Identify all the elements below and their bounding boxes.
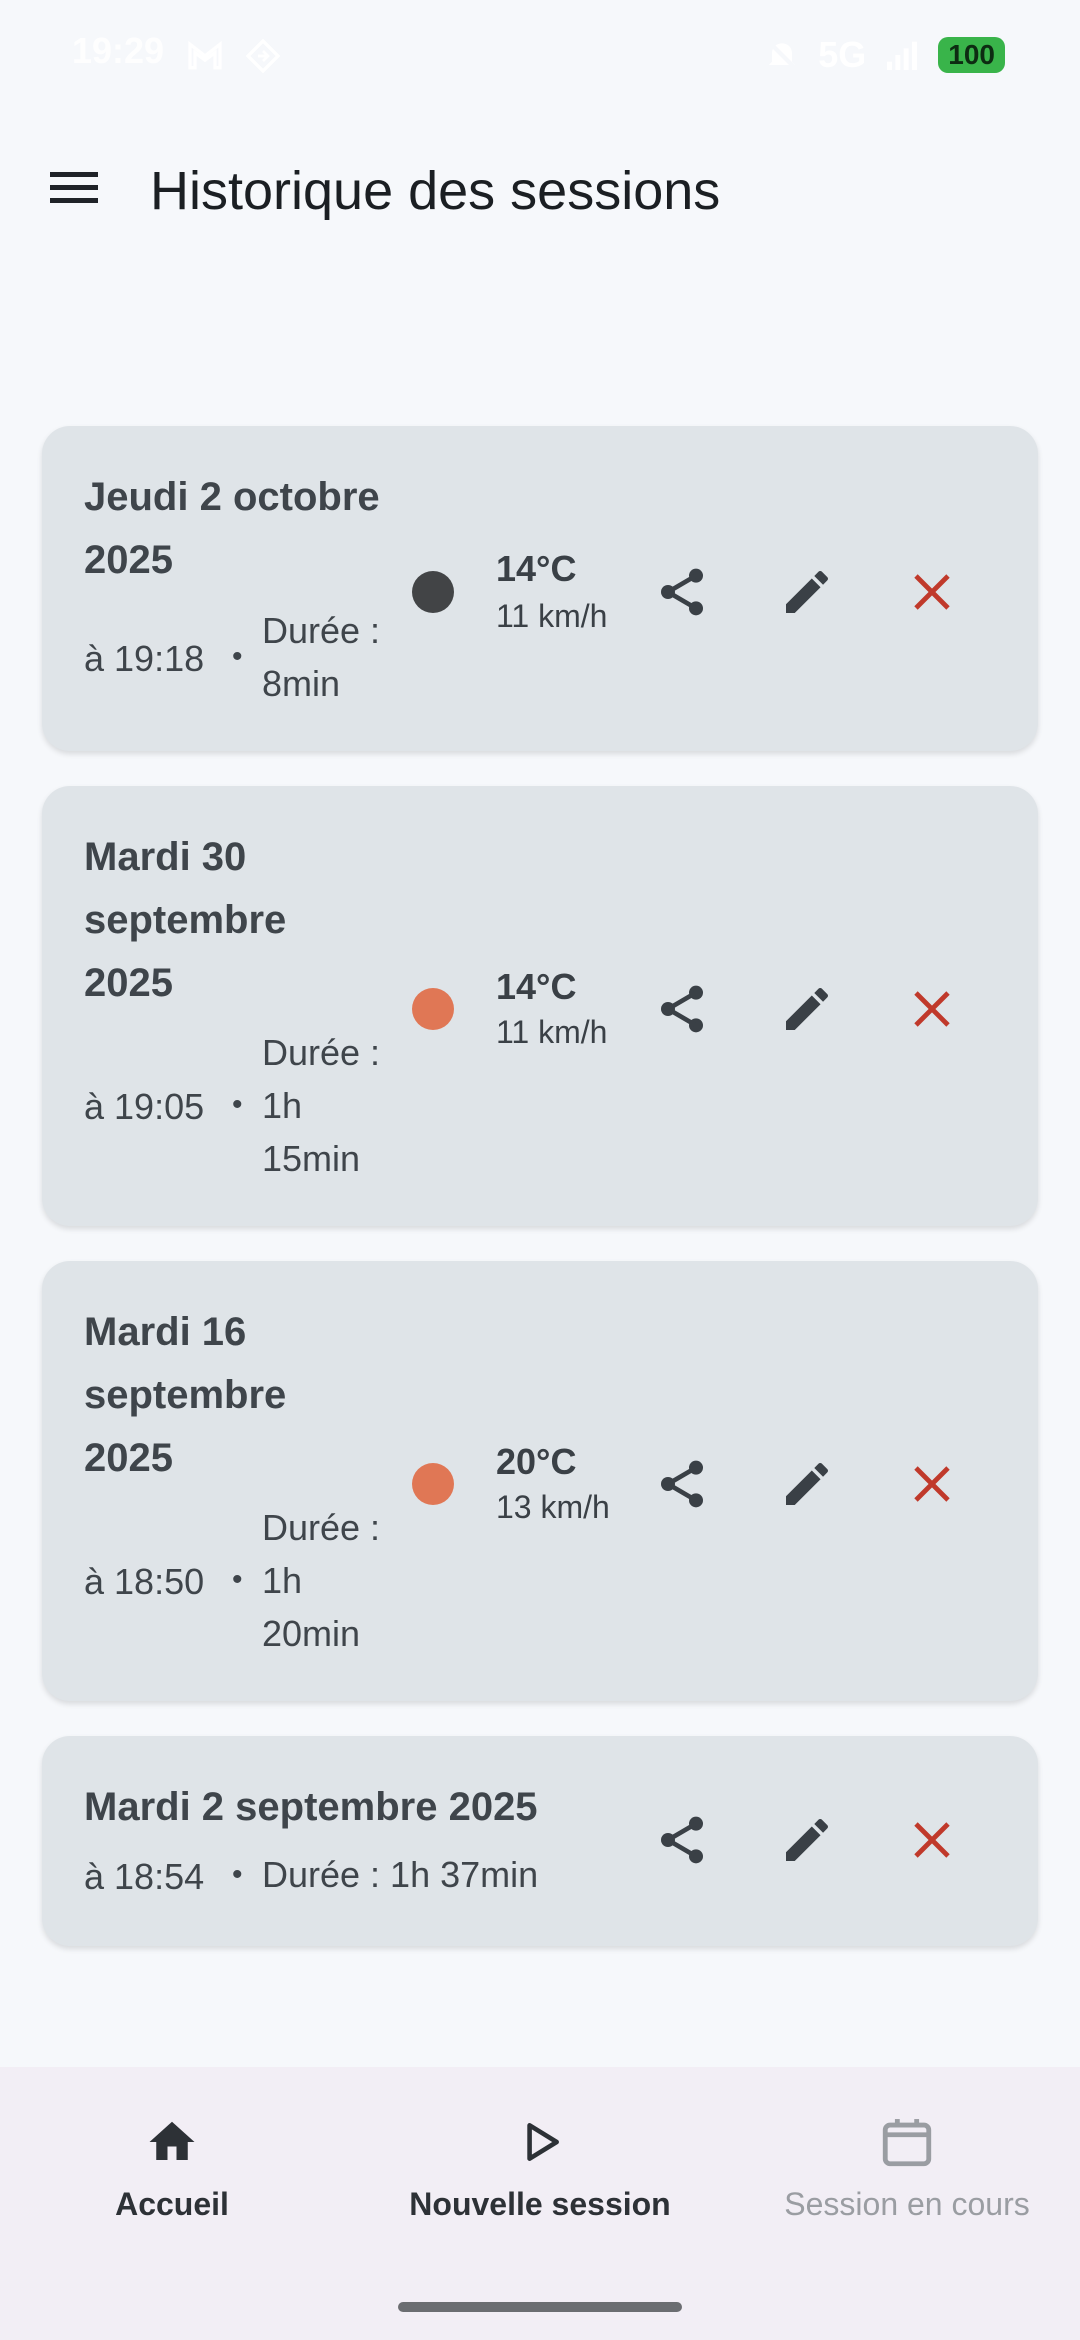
share-button[interactable] <box>652 979 712 1039</box>
battery-indicator: 100 <box>938 37 1005 73</box>
play-icon <box>510 2112 570 2172</box>
session-date: Mardi 30 septembre 2025 <box>84 835 287 1005</box>
share-icon <box>661 568 703 616</box>
nav-item-accueil[interactable]: Accueil <box>62 2112 282 2223</box>
session-time: à 18:50 <box>84 1561 205 1602</box>
gmail-icon <box>188 40 222 70</box>
close-icon <box>914 1822 950 1858</box>
app-bar: Historique des sessions <box>0 130 1080 260</box>
edit-button[interactable] <box>777 979 837 1039</box>
session-card[interactable]: Jeudi 2 octobre 2025 à 19:18 • Durée : 8… <box>42 426 1038 751</box>
edit-button[interactable] <box>777 1454 837 1514</box>
edit-button[interactable] <box>777 562 837 622</box>
separator-dot: • <box>232 640 243 673</box>
nav-item-nouvelle-session[interactable]: Nouvelle session <box>390 2112 690 2223</box>
share-icon <box>661 1460 703 1508</box>
pencil-icon <box>786 570 829 613</box>
status-bar: 19:29 5G 100 <box>0 0 1080 110</box>
share-icon <box>661 985 703 1033</box>
share-icon <box>661 1816 703 1864</box>
menu-icon <box>50 172 98 203</box>
separator-dot: • <box>232 1858 243 1891</box>
separator-dot: • <box>232 1563 243 1596</box>
weather-wind: 11 km/h <box>496 598 608 634</box>
close-icon <box>914 574 950 610</box>
close-icon <box>914 991 950 1027</box>
session-card[interactable]: Mardi 16 septembre 2025 à 18:50 • Durée … <box>42 1261 1038 1701</box>
separator-dot: • <box>232 1088 243 1121</box>
status-notification-icons <box>185 36 283 76</box>
session-date: Mardi 2 septembre 2025 <box>84 1785 538 1829</box>
share-button[interactable] <box>652 1454 712 1514</box>
weather-indicator-dot <box>412 571 454 613</box>
status-system-icons: 5G 100 <box>762 34 1005 76</box>
bottom-navigation: Accueil Nouvelle session Session en cour… <box>0 2067 1080 2340</box>
share-button[interactable] <box>652 1810 712 1870</box>
session-duration: Durée : 8min <box>262 610 381 704</box>
home-indicator[interactable] <box>398 2302 682 2312</box>
mute-icon <box>765 38 799 72</box>
session-date: Jeudi 2 octobre 2025 <box>84 475 380 582</box>
nav-label: Accueil <box>115 2186 229 2222</box>
pencil-icon <box>786 1818 829 1861</box>
nav-label: Session en cours <box>784 2186 1030 2222</box>
nav-item-session-en-cours: Session en cours <box>762 2112 1052 2223</box>
network-type: 5G <box>818 34 867 75</box>
signal-icon <box>887 41 918 70</box>
page-title: Historique des sessions <box>150 161 721 221</box>
edit-button[interactable] <box>777 1810 837 1870</box>
delete-button[interactable] <box>902 979 962 1039</box>
weather-temperature: 14°C <box>496 548 577 589</box>
pencil-icon <box>786 1462 829 1505</box>
session-date: Mardi 16 septembre 2025 <box>84 1310 287 1480</box>
weather-wind: 13 km/h <box>496 1489 610 1525</box>
home-icon <box>142 2112 202 2172</box>
close-icon <box>914 1466 950 1502</box>
menu-button[interactable] <box>44 158 104 218</box>
weather-temperature: 14°C <box>496 966 577 1007</box>
session-card[interactable]: Mardi 2 septembre 2025 à 18:54 • Durée :… <box>42 1736 1038 1946</box>
weather-temperature: 20°C <box>496 1441 577 1482</box>
share-button[interactable] <box>652 562 712 622</box>
session-duration: Durée : 1h 20min <box>262 1507 381 1654</box>
delete-button[interactable] <box>902 1454 962 1514</box>
session-duration: Durée : 1h 15min <box>262 1032 381 1179</box>
calendar-icon <box>877 2112 937 2172</box>
session-duration: Durée : 1h 37min <box>262 1854 539 1895</box>
session-card[interactable]: Mardi 30 septembre 2025 à 19:05 • Durée … <box>42 786 1038 1226</box>
pencil-icon <box>786 987 829 1030</box>
nav-label: Nouvelle session <box>409 2186 671 2222</box>
location-icon <box>245 38 281 74</box>
session-time: à 18:54 <box>84 1856 205 1897</box>
status-time: 19:29 <box>72 30 165 71</box>
weather-wind: 11 km/h <box>496 1014 608 1050</box>
session-time: à 19:18 <box>84 638 205 679</box>
weather-indicator-dot <box>412 1463 454 1505</box>
weather-indicator-dot <box>412 988 454 1030</box>
session-time: à 19:05 <box>84 1086 205 1127</box>
delete-button[interactable] <box>902 562 962 622</box>
delete-button[interactable] <box>902 1810 962 1870</box>
